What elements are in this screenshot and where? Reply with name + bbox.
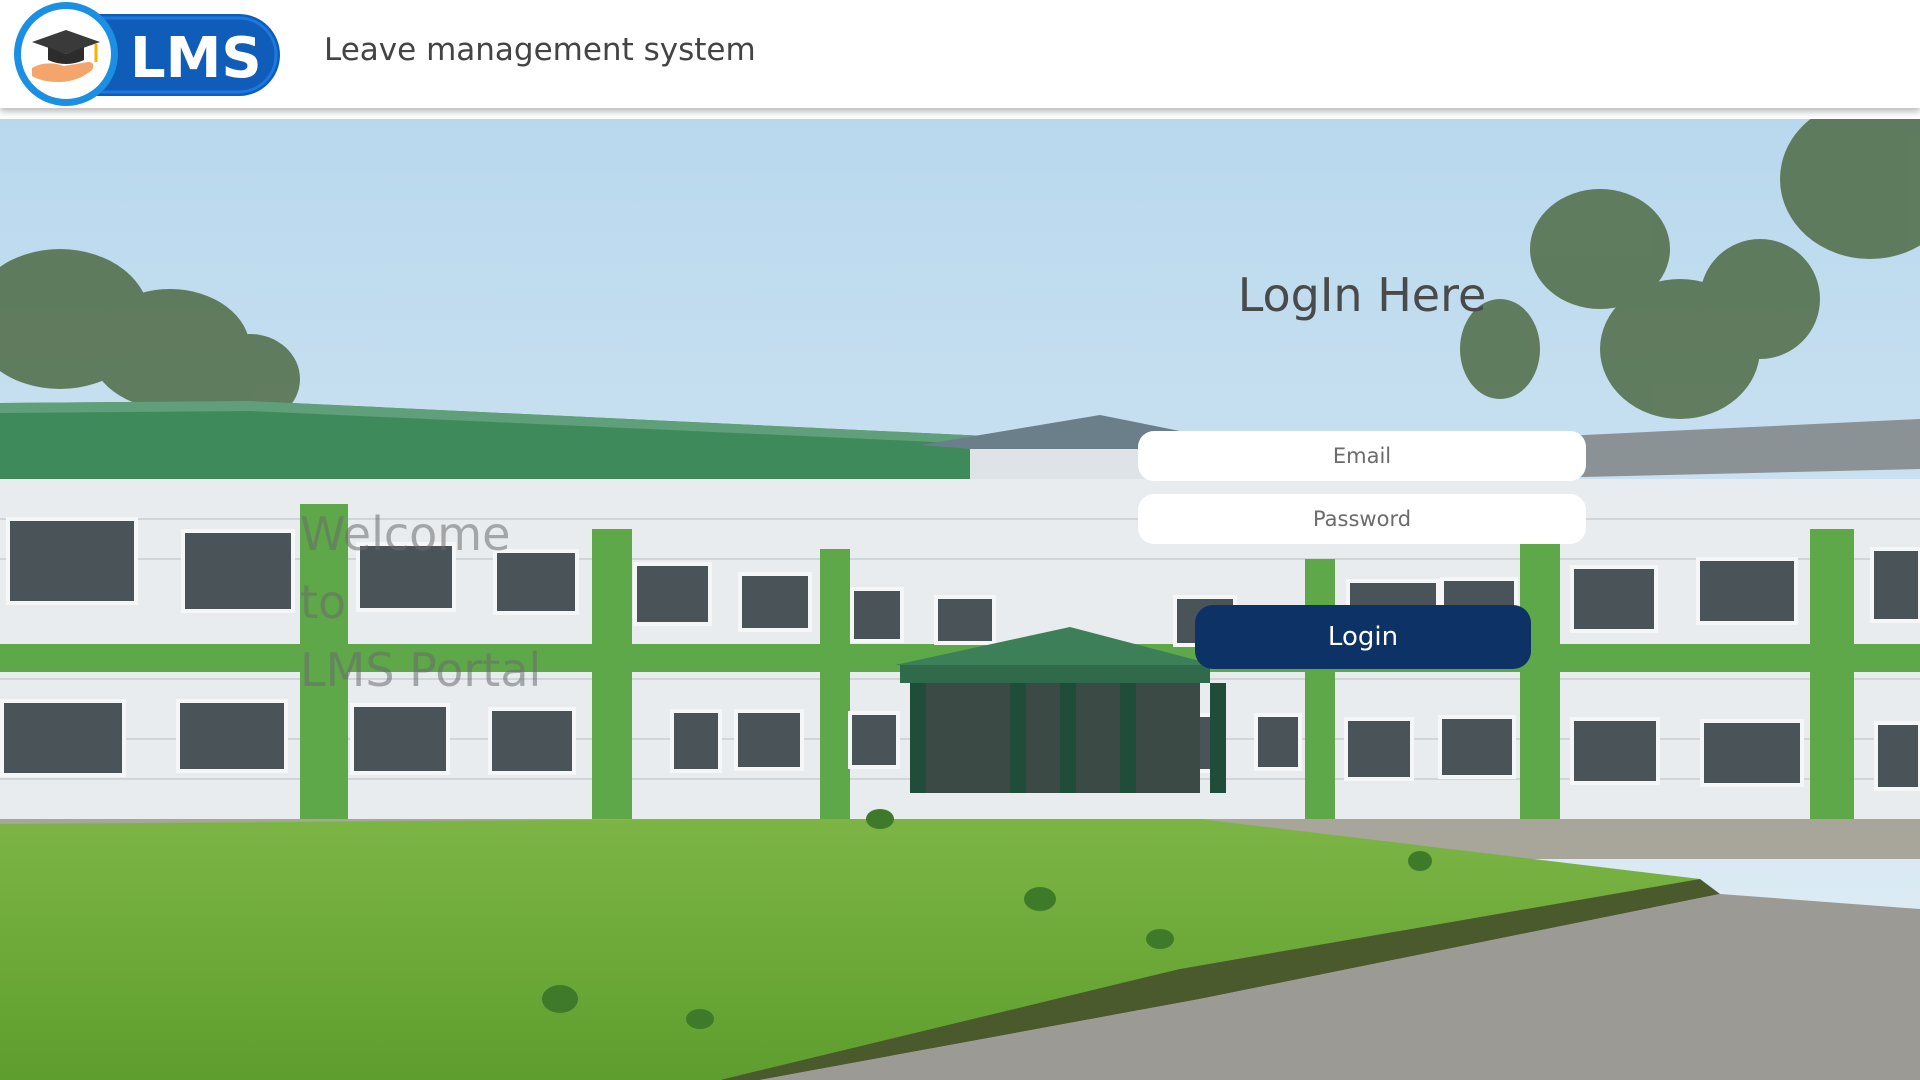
top-header: LMS Leave management system bbox=[0, 0, 1920, 108]
login-button[interactable]: Login bbox=[1195, 605, 1531, 669]
logo-text: LMS bbox=[130, 26, 262, 91]
welcome-line-3: LMS Portal bbox=[300, 643, 542, 697]
password-field[interactable] bbox=[1138, 494, 1586, 544]
lms-logo[interactable]: LMS bbox=[12, 2, 284, 106]
site-title: Leave management system bbox=[324, 32, 756, 68]
campus-background-image bbox=[0, 119, 1920, 1080]
welcome-message: Welcome to LMS Portal bbox=[300, 500, 541, 704]
email-field[interactable] bbox=[1138, 431, 1586, 481]
welcome-line-1: Welcome bbox=[300, 507, 511, 561]
login-title: LogIn Here bbox=[1237, 268, 1487, 322]
welcome-line-2: to bbox=[300, 575, 347, 629]
